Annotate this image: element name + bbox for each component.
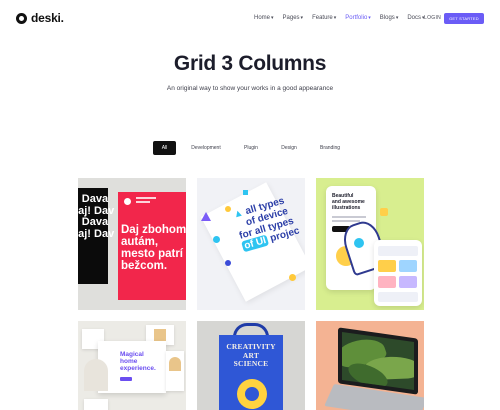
red-poster: Daj zbohom autám, mesto patrí bežcom. [118,192,186,300]
chevron-down-icon: ▾ [395,14,399,21]
portfolio-filters: All Development Plugin Design Branding [0,141,500,155]
thumb [169,357,181,371]
list-row [378,246,418,256]
text-line: illustrations [332,204,361,211]
divider [136,197,156,199]
chevron-down-icon: ▾ [300,14,304,21]
phone-screen-2 [374,240,422,306]
portfolio-item[interactable] [316,321,424,410]
poster-line: j! Dava [78,193,109,205]
text-line: SCIENCE [233,359,269,369]
text-placeholder [332,216,366,218]
poster-line: Daj zbohom [121,224,186,236]
poster-line: mesto patrí [121,248,183,261]
nav-item-label: Docs [407,15,421,21]
logo-icon [16,12,27,24]
dot-shape [225,260,231,266]
portfolio-item[interactable]: Magical home experience. [78,321,186,410]
nav-item-feature[interactable]: Feature ▾ [312,15,336,21]
black-poster-text: j! Dava vaj! Dav j! Dava vaj! Dav [78,193,115,240]
nav-item-portfolio[interactable]: Portfolio ▾ [345,15,371,21]
nav-item-docs[interactable]: Docs ▾ [407,15,424,21]
thumb [154,329,166,341]
laptop-screen [338,327,418,395]
portfolio-item[interactable]: CREATIVITY ART SCIENCE [197,321,305,410]
poster-line: autám, [121,236,159,249]
circle-shape [124,198,131,205]
site-header: deski. Home ▾ Pages ▾ Feature ▾ Portfolio ▾ … [0,0,500,38]
portfolio-item[interactable]: Beautiful and awesome illustrations [316,178,424,310]
nav-item-label: Home [254,15,271,21]
logo[interactable]: deski. [16,11,64,25]
dot-shape [225,206,231,212]
tote-bag: CREATIVITY ART SCIENCE [219,335,283,410]
page-title: Grid 3 Columns [173,52,327,75]
bag-circle-inner [245,387,259,401]
nav-item-home[interactable]: Home ▾ [254,15,274,21]
website-mockup: Magical home experience. [84,341,166,393]
thumb [399,260,417,272]
poster-line: vaj! Dav [78,227,115,240]
thumb [378,276,396,288]
arch-image [84,359,108,391]
nav-item-label: Blogs [379,15,395,21]
bag-print: CREATIVITY ART SCIENCE [219,342,283,369]
home-headline: Magical home experience. [120,351,156,372]
text-line: Magical [120,351,144,358]
main-nav: Home ▾ Pages ▾ Feature ▾ Portfolio ▾ Blogs ▾ … [254,15,425,21]
mini-page [166,351,184,391]
page-subtitle: An original way to show your works in a … [166,85,334,92]
screen-image [342,331,414,391]
nav-item-label: Pages [282,15,300,21]
black-poster: j! Dava vaj! Dav j! Dava vaj! Dav [78,188,114,284]
filter-plugin[interactable]: Plugin [238,141,264,155]
filter-all[interactable]: All [153,141,176,155]
nav-item-label: Portfolio [345,15,368,21]
nav-item-label: Feature [312,15,333,21]
text-line: experience. [120,365,156,373]
chevron-down-icon: ▾ [271,14,274,21]
mockup-button [120,377,132,381]
red-poster-text: Daj zbohom autám, mesto patrí bežcom. [121,224,186,272]
login-link[interactable]: LOGIN [424,15,441,21]
portfolio-item[interactable]: ▲ all types of device for all types of U… [197,178,305,310]
square-shape [243,190,248,195]
logo-text: deski. [31,11,64,25]
nav-item-pages[interactable]: Pages ▾ [283,15,304,21]
poster-line: j! Dava [78,216,109,229]
illustration-shape [380,208,388,216]
filter-branding[interactable]: Branding [314,141,346,155]
dot-shape [213,236,220,243]
filter-design[interactable]: Design [276,141,302,155]
chevron-down-icon: ▾ [368,14,371,21]
poster-line: bežcom. [121,260,168,273]
divider [136,201,150,203]
text-placeholder [332,220,360,222]
mini-page [84,399,108,410]
triangle-shape [201,212,211,221]
thumb [378,260,396,272]
portfolio-item[interactable]: j! Dava vaj! Dav j! Dava vaj! Dav Daj zb… [78,178,186,310]
text-line: home [120,358,138,366]
get-started-button[interactable]: GET STARTED [444,13,484,24]
illustration-shape [354,238,364,248]
thumb [399,276,417,288]
nav-item-blogs[interactable]: Blogs ▾ [380,15,399,21]
chevron-down-icon: ▾ [333,14,337,21]
app-headline: Beautiful and awesome illustrations [332,193,365,211]
list-row [378,292,418,302]
filter-development[interactable]: Development [186,141,226,155]
dot-shape [289,274,296,281]
